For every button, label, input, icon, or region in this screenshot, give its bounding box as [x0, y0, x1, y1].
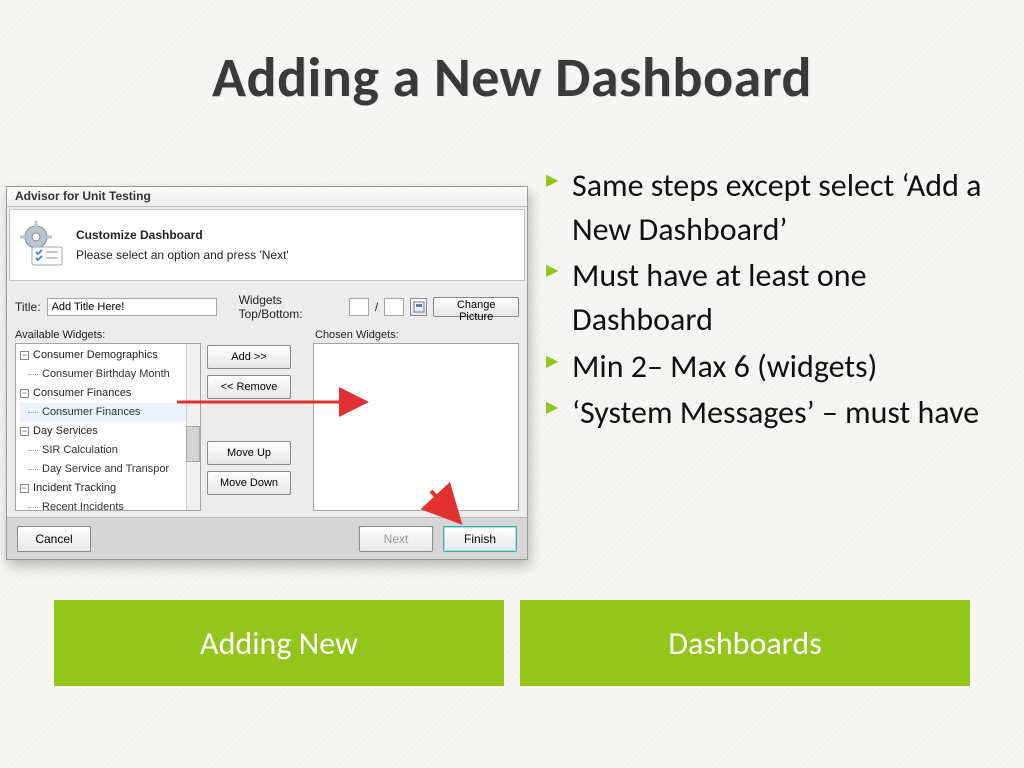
customize-dashboard-dialog: Advisor for Unit Testing: [6, 186, 528, 560]
bullet-item: Min 2– Max 6 (widgets): [546, 345, 996, 389]
bottom-banners: Adding New Dashboards: [54, 600, 970, 686]
chosen-widgets-column: Chosen Widgets:: [313, 329, 519, 511]
bullet-item: Same steps except select ‘Add a New Dash…: [546, 164, 996, 252]
tree-group-label: Incident Tracking: [33, 482, 116, 494]
dialog-titlebar: Advisor for Unit Testing: [7, 187, 527, 207]
chosen-widgets-list[interactable]: [313, 343, 519, 511]
slide-title: Adding a New Dashboard: [0, 0, 1024, 112]
available-widgets-tree[interactable]: −Consumer DemographicsConsumer Birthday …: [15, 343, 201, 511]
widgets-top-bottom-label: Widgets Top/Bottom:: [239, 293, 343, 321]
dialog-header-subtitle: Please select an option and press 'Next': [76, 248, 289, 262]
tree-leaf[interactable]: Consumer Finances: [20, 403, 200, 422]
tree-leaf[interactable]: Recent Incidents: [20, 498, 200, 511]
collapse-icon[interactable]: −: [20, 389, 29, 398]
tree-group-label: Consumer Finances: [33, 387, 131, 399]
bullet-item: ‘System Messages’ – must have: [546, 391, 996, 435]
bullet-list: Same steps except select ‘Add a New Dash…: [546, 164, 996, 437]
title-label: Title:: [15, 300, 41, 314]
slide: Adding a New Dashboard Advisor for Unit …: [0, 0, 1024, 768]
tree-group-label: Consumer Demographics: [33, 349, 158, 361]
move-up-button[interactable]: Move Up: [207, 441, 291, 465]
tree-group[interactable]: −Incident Tracking: [20, 479, 200, 498]
available-widgets-label: Available Widgets:: [15, 329, 201, 341]
tree-group[interactable]: −Day Services: [20, 422, 200, 441]
tree-scroll-thumb[interactable]: [186, 426, 200, 462]
available-widgets-column: Available Widgets: −Consumer Demographic…: [15, 329, 201, 511]
bullet-item: Must have at least one Dashboard: [546, 254, 996, 342]
tree-leaf[interactable]: Consumer Birthday Month: [20, 365, 200, 384]
collapse-icon[interactable]: −: [20, 484, 29, 493]
tree-group[interactable]: −Consumer Demographics: [20, 346, 200, 365]
next-button[interactable]: Next: [359, 526, 433, 552]
add-button[interactable]: Add >>: [207, 345, 291, 369]
dialog-footer: Cancel Next Finish: [7, 517, 527, 559]
move-down-button[interactable]: Move Down: [207, 471, 291, 495]
banner-adding-new: Adding New: [54, 600, 504, 686]
dialog-body: Title: Widgets Top/Bottom: / Change Pict…: [7, 283, 527, 511]
picture-picker-icon[interactable]: [410, 298, 427, 316]
gear-checklist-icon: [18, 221, 66, 269]
slash-label: /: [375, 300, 378, 314]
dialog-top-row: Title: Widgets Top/Bottom: / Change Pict…: [15, 289, 519, 327]
tree-group[interactable]: −Consumer Finances: [20, 384, 200, 403]
title-input[interactable]: [47, 298, 217, 316]
finish-button[interactable]: Finish: [443, 526, 517, 552]
dialog-header-text: Customize Dashboard Please select an opt…: [76, 228, 289, 262]
tree-leaf[interactable]: SIR Calculation: [20, 441, 200, 460]
widgets-bottom-input[interactable]: [384, 298, 404, 316]
change-picture-button[interactable]: Change Picture: [433, 297, 519, 317]
banner-dashboards: Dashboards: [520, 600, 970, 686]
transfer-buttons-column: Add >> << Remove Move Up Move Down: [207, 329, 307, 511]
chosen-widgets-label: Chosen Widgets:: [315, 329, 519, 341]
dialog-header-title: Customize Dashboard: [76, 228, 289, 242]
tree-leaf[interactable]: Day Service and Transpor: [20, 460, 200, 479]
tree-group-label: Day Services: [33, 425, 98, 437]
collapse-icon[interactable]: −: [20, 351, 29, 360]
remove-button[interactable]: << Remove: [207, 375, 291, 399]
collapse-icon[interactable]: −: [20, 427, 29, 436]
widgets-area: Available Widgets: −Consumer Demographic…: [15, 329, 519, 511]
widgets-top-input[interactable]: [349, 298, 369, 316]
dialog-header: Customize Dashboard Please select an opt…: [9, 209, 525, 281]
cancel-button[interactable]: Cancel: [17, 526, 91, 552]
